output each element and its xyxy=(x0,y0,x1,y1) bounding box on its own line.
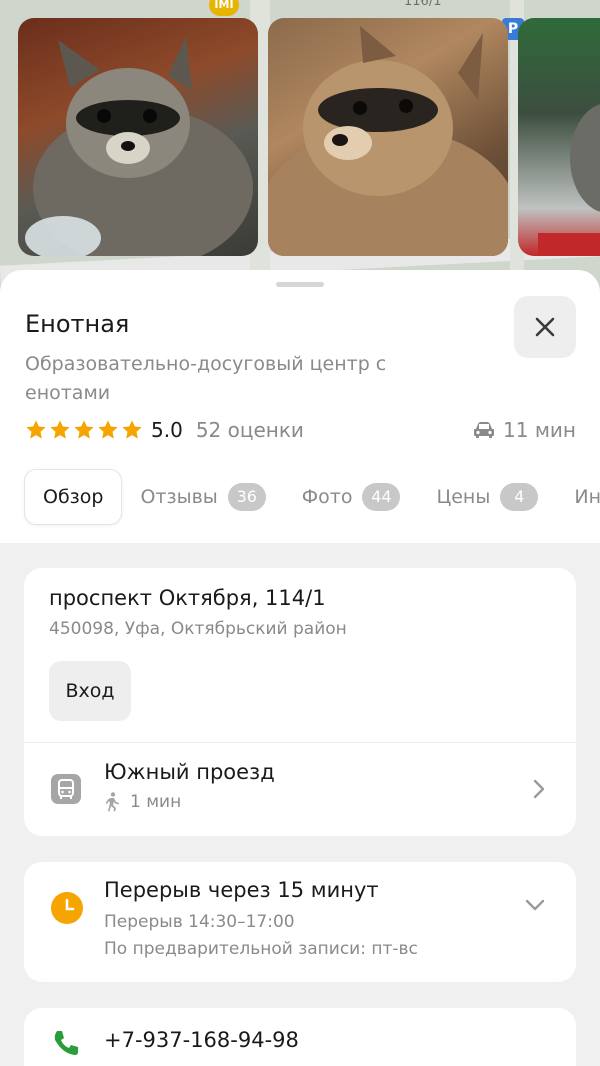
sheet-grabber[interactable] xyxy=(276,282,324,287)
tab-label: Цены xyxy=(436,486,491,508)
star-icon xyxy=(50,420,70,439)
photo-raccoon-3[interactable] xyxy=(518,18,600,256)
star-icon xyxy=(26,420,46,439)
rating-count: 52 оценки xyxy=(195,418,304,442)
address-card: проспект Октября, 114/1 450098, Уфа, Окт… xyxy=(24,568,576,836)
divider xyxy=(24,742,576,743)
hours-status: Перерыв через 15 минут xyxy=(104,878,379,902)
travel-time[interactable]: 11 мин xyxy=(473,416,576,444)
house-number-label: 116/1 xyxy=(404,0,442,9)
tab-prices[interactable]: Цены 4 xyxy=(418,469,556,525)
walk-time-label: 1 мин xyxy=(130,792,182,812)
hours-break: Перерыв 14:30–17:00 xyxy=(104,912,295,932)
walk-time: 1 мин xyxy=(104,792,181,812)
chevron-right-icon[interactable] xyxy=(532,778,546,800)
chevron-down-icon[interactable] xyxy=(524,898,546,912)
tab-label: Ин xyxy=(574,486,600,508)
star-icon xyxy=(122,420,142,439)
star-icon xyxy=(98,420,118,439)
address-details: 450098, Уфа, Октябрьский район xyxy=(49,619,347,639)
tab-reviews[interactable]: Отзывы 36 xyxy=(122,469,283,525)
hours-card[interactable]: Перерыв через 15 минут Перерыв 14:30–17:… xyxy=(24,862,576,982)
clock-icon xyxy=(51,892,83,924)
map-background[interactable]: IMI 116/1 P xyxy=(0,0,600,300)
raccoon-photo-illustration xyxy=(268,26,508,256)
phone-card[interactable]: +7-937-168-94-98 xyxy=(24,1008,576,1066)
place-category: Образовательно-досуговый центр с енотами xyxy=(25,353,387,404)
place-card-sheet: Енотная Образовательно-досуговый центр с… xyxy=(0,270,600,1066)
tab-overview[interactable]: Обзор xyxy=(24,469,123,525)
walk-icon xyxy=(105,792,119,812)
tab-count-badge: 44 xyxy=(362,483,401,511)
tab-label: Отзывы xyxy=(140,486,218,508)
close-button[interactable] xyxy=(514,296,576,358)
rating-stars xyxy=(25,419,143,441)
transit-stop-name[interactable]: Южный проезд xyxy=(104,760,275,784)
tab-count-badge: 4 xyxy=(500,483,539,511)
tab-count-badge: 36 xyxy=(227,483,266,511)
tab-bar: Обзор Отзывы 36 Фото 44 Цены 4 Ин xyxy=(0,469,600,525)
tab-label: Обзор xyxy=(43,486,104,508)
rating-value: 5.0 xyxy=(151,418,183,442)
hours-note: По предварительной записи: пт-вс xyxy=(104,939,418,959)
star-icon xyxy=(74,420,94,439)
car-icon xyxy=(474,422,495,438)
place-title: Енотная xyxy=(25,310,130,338)
bus-icon xyxy=(51,774,81,804)
close-icon xyxy=(535,317,555,337)
tab-photos[interactable]: Фото 44 xyxy=(284,469,419,525)
photo-raccoon-1[interactable] xyxy=(18,18,258,256)
place-header: Енотная Образовательно-досуговый центр с… xyxy=(0,270,600,543)
tab-label: Фото xyxy=(301,486,353,508)
metro-badge: IMI xyxy=(209,0,239,16)
entrance-button[interactable]: Вход xyxy=(49,661,131,721)
photo-raccoon-2[interactable] xyxy=(268,18,508,256)
tab-info[interactable]: Ин xyxy=(556,469,600,525)
travel-time-label: 11 мин xyxy=(503,418,576,442)
phone-icon xyxy=(54,1031,78,1055)
raccoon-photo-illustration xyxy=(538,104,600,256)
raccoon-photo-illustration xyxy=(25,36,253,256)
rating-row[interactable]: 5.0 52 оценки xyxy=(25,416,304,444)
address-street[interactable]: проспект Октября, 114/1 xyxy=(49,586,326,610)
phone-number[interactable]: +7-937-168-94-98 xyxy=(104,1028,299,1052)
